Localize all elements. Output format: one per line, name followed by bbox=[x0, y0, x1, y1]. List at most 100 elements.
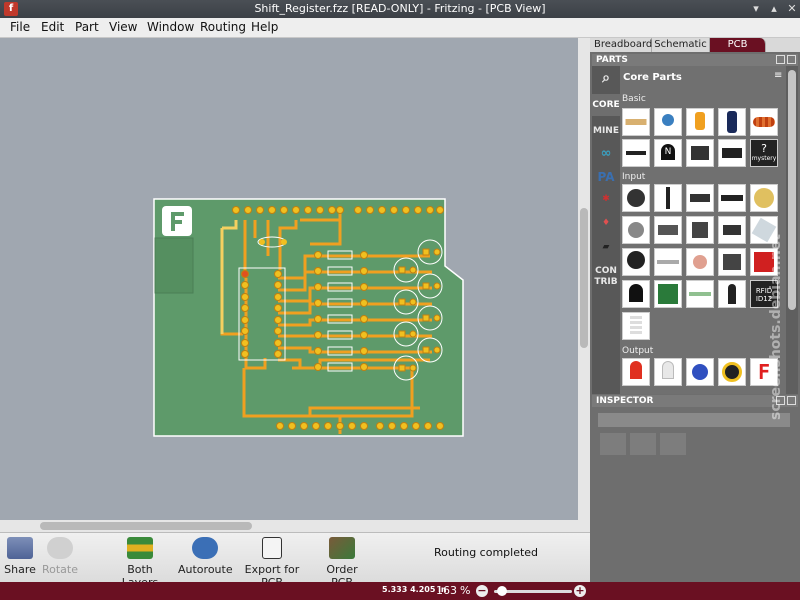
title-bar: f Shift_Register.fzz [READ-ONLY] - Fritz… bbox=[0, 0, 800, 18]
close-icon[interactable]: ✕ bbox=[784, 1, 800, 17]
part-piezo[interactable] bbox=[654, 248, 682, 276]
view-tabs: Breadboard Schematic PCB bbox=[590, 38, 800, 52]
flame-bin-icon[interactable]: ♦ bbox=[592, 218, 620, 238]
zoom-out-button[interactable]: − bbox=[476, 585, 488, 597]
part-keypad-matrix[interactable] bbox=[622, 312, 650, 340]
section-input: Input bbox=[622, 172, 646, 182]
bin-core[interactable]: CORE bbox=[592, 94, 620, 116]
minimize-icon[interactable]: ▾ bbox=[748, 1, 764, 17]
part-trimmer[interactable] bbox=[622, 216, 650, 244]
part-mic[interactable] bbox=[622, 248, 650, 276]
part-resistor[interactable] bbox=[622, 108, 650, 136]
close-panel-icon[interactable] bbox=[787, 55, 796, 64]
menu-routing[interactable]: Routing bbox=[200, 20, 246, 34]
menu-edit[interactable]: Edit bbox=[41, 20, 64, 34]
pcb-canvas[interactable] bbox=[0, 38, 578, 520]
layers-icon bbox=[127, 537, 153, 559]
section-basic: Basic bbox=[622, 94, 646, 104]
parts-panel-header: PARTS bbox=[592, 54, 798, 66]
part-diode[interactable] bbox=[622, 139, 650, 167]
parts-bin-list: ⌕ CORE MINE ∞ PA ✱ ♦ ▰ CON TRIB bbox=[592, 66, 620, 394]
inspector-panel bbox=[592, 407, 798, 582]
menu-view[interactable]: View bbox=[109, 20, 137, 34]
tab-schematic[interactable]: Schematic bbox=[652, 38, 710, 52]
bin-mine[interactable]: MINE bbox=[592, 120, 620, 142]
bottom-toolbar: Share Rotate Both Layers Autoroute Expor… bbox=[0, 532, 590, 589]
inspector-title-field[interactable] bbox=[598, 413, 790, 427]
zoom-level: 163 bbox=[436, 584, 457, 597]
export-diy-icon bbox=[262, 537, 282, 559]
part-slide-pot[interactable] bbox=[654, 184, 682, 212]
parts-header-label: PARTS bbox=[596, 55, 628, 65]
part-red-led[interactable] bbox=[622, 358, 650, 386]
arduino-bin-icon[interactable]: ∞ bbox=[592, 146, 620, 166]
part-inductor[interactable] bbox=[750, 108, 778, 136]
part-pushbutton[interactable] bbox=[686, 216, 714, 244]
window-title: Shift_Register.fzz [READ-ONLY] - Fritzin… bbox=[254, 2, 546, 15]
part-photocell[interactable] bbox=[686, 248, 714, 276]
part-white-led[interactable] bbox=[654, 358, 682, 386]
autoroute-label: Autoroute bbox=[178, 563, 233, 576]
part-tilt-switch[interactable] bbox=[718, 216, 746, 244]
part-keypad[interactable] bbox=[654, 216, 682, 244]
watermark: screenshots.debian.net bbox=[768, 234, 784, 420]
menu-window[interactable]: Window bbox=[147, 20, 194, 34]
part-ic[interactable] bbox=[718, 139, 746, 167]
inspector-breadboard-preview bbox=[600, 433, 626, 455]
inspector-header-label: INSPECTOR bbox=[596, 396, 654, 406]
part-rgb-led[interactable] bbox=[686, 358, 714, 386]
autoroute-button[interactable]: Autoroute bbox=[178, 537, 233, 576]
part-gps-module[interactable] bbox=[654, 280, 682, 308]
rotate-icon bbox=[47, 537, 73, 559]
routing-status-text: Routing completed bbox=[434, 546, 539, 559]
canvas-vertical-scrollbar[interactable] bbox=[578, 38, 590, 520]
part-temp-sensor[interactable] bbox=[622, 280, 650, 308]
inspector-pcb-preview bbox=[660, 433, 686, 455]
tab-pcb[interactable]: PCB bbox=[710, 38, 766, 52]
share-label: Share bbox=[4, 563, 36, 576]
float-icon[interactable] bbox=[776, 55, 785, 64]
menu-part[interactable]: Part bbox=[75, 20, 99, 34]
part-electrolytic-capacitor[interactable] bbox=[718, 108, 746, 136]
rotate-label: Rotate bbox=[41, 563, 78, 576]
scroll-thumb[interactable] bbox=[40, 522, 252, 530]
rotate-button[interactable]: Rotate bbox=[40, 537, 80, 576]
zoom-slider-handle[interactable] bbox=[497, 586, 507, 596]
search-icon[interactable]: ⌕ bbox=[592, 70, 620, 92]
tab-breadboard[interactable]: Breadboard bbox=[594, 38, 652, 52]
part-slide-switch[interactable] bbox=[718, 184, 746, 212]
part-tantalum-capacitor[interactable] bbox=[686, 108, 714, 136]
snap-bin-icon[interactable]: ▰ bbox=[592, 242, 620, 262]
parts-grid: Core Parts ≡ Basic N ? mystery Input RFID… bbox=[620, 66, 786, 394]
gift-icon bbox=[7, 537, 33, 559]
bin-contrib[interactable]: CON TRIB bbox=[592, 266, 620, 290]
zoom-in-button[interactable]: + bbox=[574, 585, 586, 597]
canvas-horizontal-scrollbar[interactable] bbox=[0, 520, 590, 532]
question-mark-icon: ? bbox=[761, 142, 767, 155]
section-output: Output bbox=[622, 346, 654, 356]
bin-menu-icon[interactable]: ≡ bbox=[774, 70, 782, 81]
part-transistor[interactable]: N bbox=[654, 139, 682, 167]
pa-bin-icon[interactable]: PA bbox=[592, 170, 620, 190]
part-joystick[interactable] bbox=[718, 280, 746, 308]
part-ceramic-capacitor[interactable] bbox=[654, 108, 682, 136]
scroll-thumb[interactable] bbox=[580, 208, 588, 348]
maximize-icon[interactable]: ▴ bbox=[766, 1, 782, 17]
part-sensor-module[interactable] bbox=[718, 248, 746, 276]
menu-file[interactable]: File bbox=[10, 20, 30, 34]
parts-bin-title: Core Parts bbox=[623, 72, 682, 83]
part-potentiometer[interactable] bbox=[622, 184, 650, 212]
sparkfun-bin-icon[interactable]: ✱ bbox=[592, 194, 620, 214]
part-switch[interactable] bbox=[686, 184, 714, 212]
part-led-ring[interactable] bbox=[718, 358, 746, 386]
part-ir-sensor[interactable] bbox=[686, 280, 714, 308]
share-button[interactable]: Share bbox=[4, 537, 36, 576]
menu-help[interactable]: Help bbox=[251, 20, 278, 34]
menu-bar: File Edit Part View Window Routing Help bbox=[0, 18, 800, 38]
inspector-schematic-preview bbox=[630, 433, 656, 455]
pcb-board[interactable] bbox=[0, 38, 578, 520]
autoroute-icon bbox=[192, 537, 218, 559]
order-pcb-icon bbox=[329, 537, 355, 559]
part-mosfet[interactable] bbox=[686, 139, 714, 167]
zoom-unit: % bbox=[460, 584, 471, 597]
